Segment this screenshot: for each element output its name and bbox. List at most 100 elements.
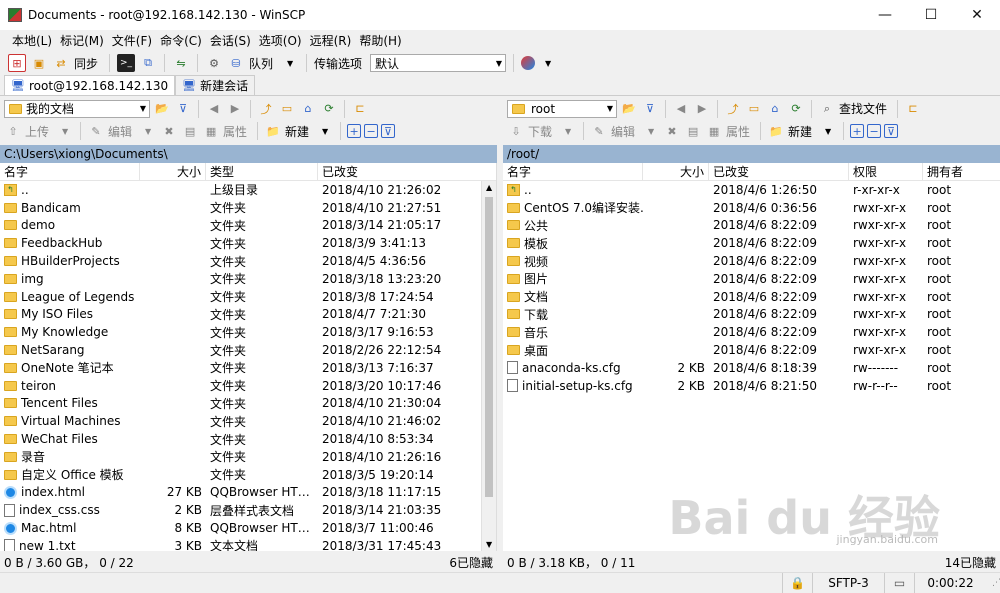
file-row[interactable]: 视频 2018/4/6 8:22:09 rwxr-xr-x root: [503, 252, 1000, 270]
file-row[interactable]: CentOS 7.0编译安装... 2018/4/6 0:36:56 rwxr-xr…: [503, 199, 1000, 217]
tab-session-root[interactable]: 🖥 root@192.168.142.130: [4, 75, 176, 95]
close-button[interactable]: ✕: [954, 0, 1000, 30]
open-folder-icon[interactable]: 📂: [153, 100, 171, 118]
file-row[interactable]: HBuilderProjects 文件夹 2018/4/5 4:36:56: [0, 252, 496, 270]
file-row[interactable]: OneNote 笔记本 文件夹 2018/3/13 7:16:37: [0, 359, 496, 377]
file-row[interactable]: 录音 文件夹 2018/4/10 21:26:16: [0, 448, 496, 466]
file-row[interactable]: My ISO Files 文件夹 2018/4/7 7:21:30: [0, 306, 496, 324]
upload-button[interactable]: 上传: [25, 123, 49, 140]
select-plus-icon[interactable]: +: [850, 124, 865, 138]
local-file-list[interactable]: 名字 大小 类型 已改变 ↰.. 上级目录 2018/4/10 21:26:02 Ba…: [0, 163, 497, 551]
refresh-icon[interactable]: ⟳: [320, 100, 338, 118]
delete-icon[interactable]: ✖: [663, 122, 681, 140]
file-row[interactable]: 音乐 2018/4/6 8:22:09 rwxr-xr-x root: [503, 323, 1000, 341]
queue-icon[interactable]: ⛁: [227, 54, 245, 72]
filter-icon[interactable]: ⊽: [641, 100, 659, 118]
chevron-down-icon[interactable]: ▼: [139, 122, 157, 140]
column-name[interactable]: 名字: [0, 163, 140, 181]
file-row[interactable]: My Knowledge 文件夹 2018/3/17 9:16:53: [0, 323, 496, 341]
maximize-button[interactable]: ☐: [908, 0, 954, 30]
select-minus-icon[interactable]: −: [867, 124, 882, 138]
column-name[interactable]: 名字: [503, 163, 643, 181]
edit-icon[interactable]: ✎: [590, 122, 608, 140]
file-row[interactable]: Mac.html 8 KB QQBrowser HTM... 2018/3/7 11:…: [0, 519, 496, 537]
file-row[interactable]: WeChat Files 文件夹 2018/4/10 8:53:34: [0, 430, 496, 448]
file-row[interactable]: NetSarang 文件夹 2018/2/26 22:12:54: [0, 341, 496, 359]
local-scrollbar[interactable]: ▲ ▼: [481, 181, 496, 551]
forward-icon[interactable]: ▶: [226, 100, 244, 118]
file-row[interactable]: new 1.txt 3 KB 文本文档 2018/3/31 17:45:43: [0, 537, 496, 551]
chevron-down-icon[interactable]: ▼: [559, 122, 577, 140]
tree-icon[interactable]: ⊏: [351, 100, 369, 118]
chevron-down-icon[interactable]: ▼: [642, 122, 660, 140]
column-modified[interactable]: 已改变: [709, 163, 849, 181]
file-row[interactable]: Bandicam 文件夹 2018/4/10 21:27:51: [0, 199, 496, 217]
parent-dir-icon[interactable]: ⤴: [724, 100, 742, 118]
file-row[interactable]: ↰.. 2018/4/6 1:26:50 r-xr-xr-x root: [503, 181, 1000, 199]
edit-button[interactable]: 编辑: [108, 123, 132, 140]
resize-grip-icon[interactable]: ⋰: [986, 573, 1000, 593]
file-row[interactable]: 文档 2018/4/6 8:22:09 rwxr-xr-x root: [503, 288, 1000, 306]
delete-icon[interactable]: ✖: [160, 122, 178, 140]
minimize-button[interactable]: —: [862, 0, 908, 30]
file-row[interactable]: img 文件夹 2018/3/18 13:23:20: [0, 270, 496, 288]
scroll-up-icon[interactable]: ▲: [486, 183, 492, 192]
new-button[interactable]: 新建: [285, 123, 309, 140]
download-button[interactable]: 下载: [528, 123, 552, 140]
edit-button[interactable]: 编辑: [611, 123, 635, 140]
filter-icon[interactable]: ⊽: [174, 100, 192, 118]
file-row[interactable]: anaconda-ks.cfg 2 KB 2018/4/6 8:18:39 rw---…: [503, 359, 1000, 377]
column-size[interactable]: 大小: [140, 163, 206, 181]
open-folder-icon[interactable]: 📂: [620, 100, 638, 118]
column-permissions[interactable]: 权限: [849, 163, 923, 181]
column-type[interactable]: 类型: [206, 163, 318, 181]
chevron-down-icon[interactable]: ▼: [281, 54, 299, 72]
new-button[interactable]: 新建: [788, 123, 812, 140]
file-row[interactable]: League of Legends 文件夹 2018/3/8 17:24:54: [0, 288, 496, 306]
filter-select-icon[interactable]: ⊽: [381, 124, 396, 138]
file-row[interactable]: initial-setup-ks.cfg 2 KB 2018/4/6 8:21:50…: [503, 377, 1000, 395]
remote-dir-select[interactable]: root ▼: [507, 99, 617, 118]
find-files-button[interactable]: 查找文件: [839, 100, 887, 117]
file-row[interactable]: index.html 27 KB QQBrowser HTM... 2018/3/18…: [0, 484, 496, 502]
file-row[interactable]: teiron 文件夹 2018/3/20 10:17:46: [0, 377, 496, 395]
menu-commands[interactable]: 命令(C): [156, 32, 206, 49]
file-row[interactable]: 自定义 Office 模板 文件夹 2018/3/5 19:20:14: [0, 466, 496, 484]
root-dir-icon[interactable]: ▭: [278, 100, 296, 118]
sync-browse-icon[interactable]: ▣: [30, 54, 48, 72]
forward-icon[interactable]: ▶: [693, 100, 711, 118]
back-icon[interactable]: ◀: [205, 100, 223, 118]
chevron-down-icon[interactable]: ▼: [819, 122, 837, 140]
back-icon[interactable]: ◀: [672, 100, 690, 118]
select-plus-icon[interactable]: +: [347, 124, 362, 138]
local-dir-select[interactable]: 我的文档 ▼: [4, 99, 150, 118]
transfer-options-select[interactable]: 默认 ▼: [370, 54, 507, 72]
column-size[interactable]: 大小: [643, 163, 709, 181]
root-dir-icon[interactable]: ▭: [745, 100, 763, 118]
menu-files[interactable]: 文件(F): [108, 32, 156, 49]
file-row[interactable]: FeedbackHub 文件夹 2018/3/9 3:41:13: [0, 234, 496, 252]
transfer-icon[interactable]: ⇋: [172, 54, 190, 72]
properties-button[interactable]: 属性: [726, 123, 750, 140]
sync-icon[interactable]: ⇄: [52, 54, 70, 72]
file-row[interactable]: 下载 2018/4/6 8:22:09 rwxr-xr-x root: [503, 306, 1000, 324]
scroll-thumb[interactable]: [485, 197, 493, 497]
refresh-icon[interactable]: ⟳: [787, 100, 805, 118]
tree-icon[interactable]: ⊏: [904, 100, 922, 118]
menu-local[interactable]: 本地(L): [8, 32, 56, 49]
file-row[interactable]: demo 文件夹 2018/3/14 21:05:17: [0, 217, 496, 235]
file-row[interactable]: 图片 2018/4/6 8:22:09 rwxr-xr-x root: [503, 270, 1000, 288]
column-modified[interactable]: 已改变: [318, 163, 482, 181]
download-icon[interactable]: ⇩: [507, 122, 525, 140]
find-icon[interactable]: ⌕: [818, 100, 836, 118]
terminal-icon[interactable]: >_: [117, 54, 136, 72]
color-session-icon[interactable]: [521, 56, 536, 70]
compare-dirs-icon[interactable]: ⊞: [8, 54, 26, 72]
new-folder-icon[interactable]: 📁: [264, 122, 282, 140]
file-row[interactable]: 桌面 2018/4/6 8:22:09 rwxr-xr-x root: [503, 341, 1000, 359]
gear-icon[interactable]: ⚙: [205, 54, 223, 72]
putty-icon[interactable]: ⧉: [139, 54, 157, 72]
rename-icon[interactable]: ▤: [684, 122, 702, 140]
queue-label[interactable]: 队列: [249, 55, 273, 72]
home-icon[interactable]: ⌂: [299, 100, 317, 118]
